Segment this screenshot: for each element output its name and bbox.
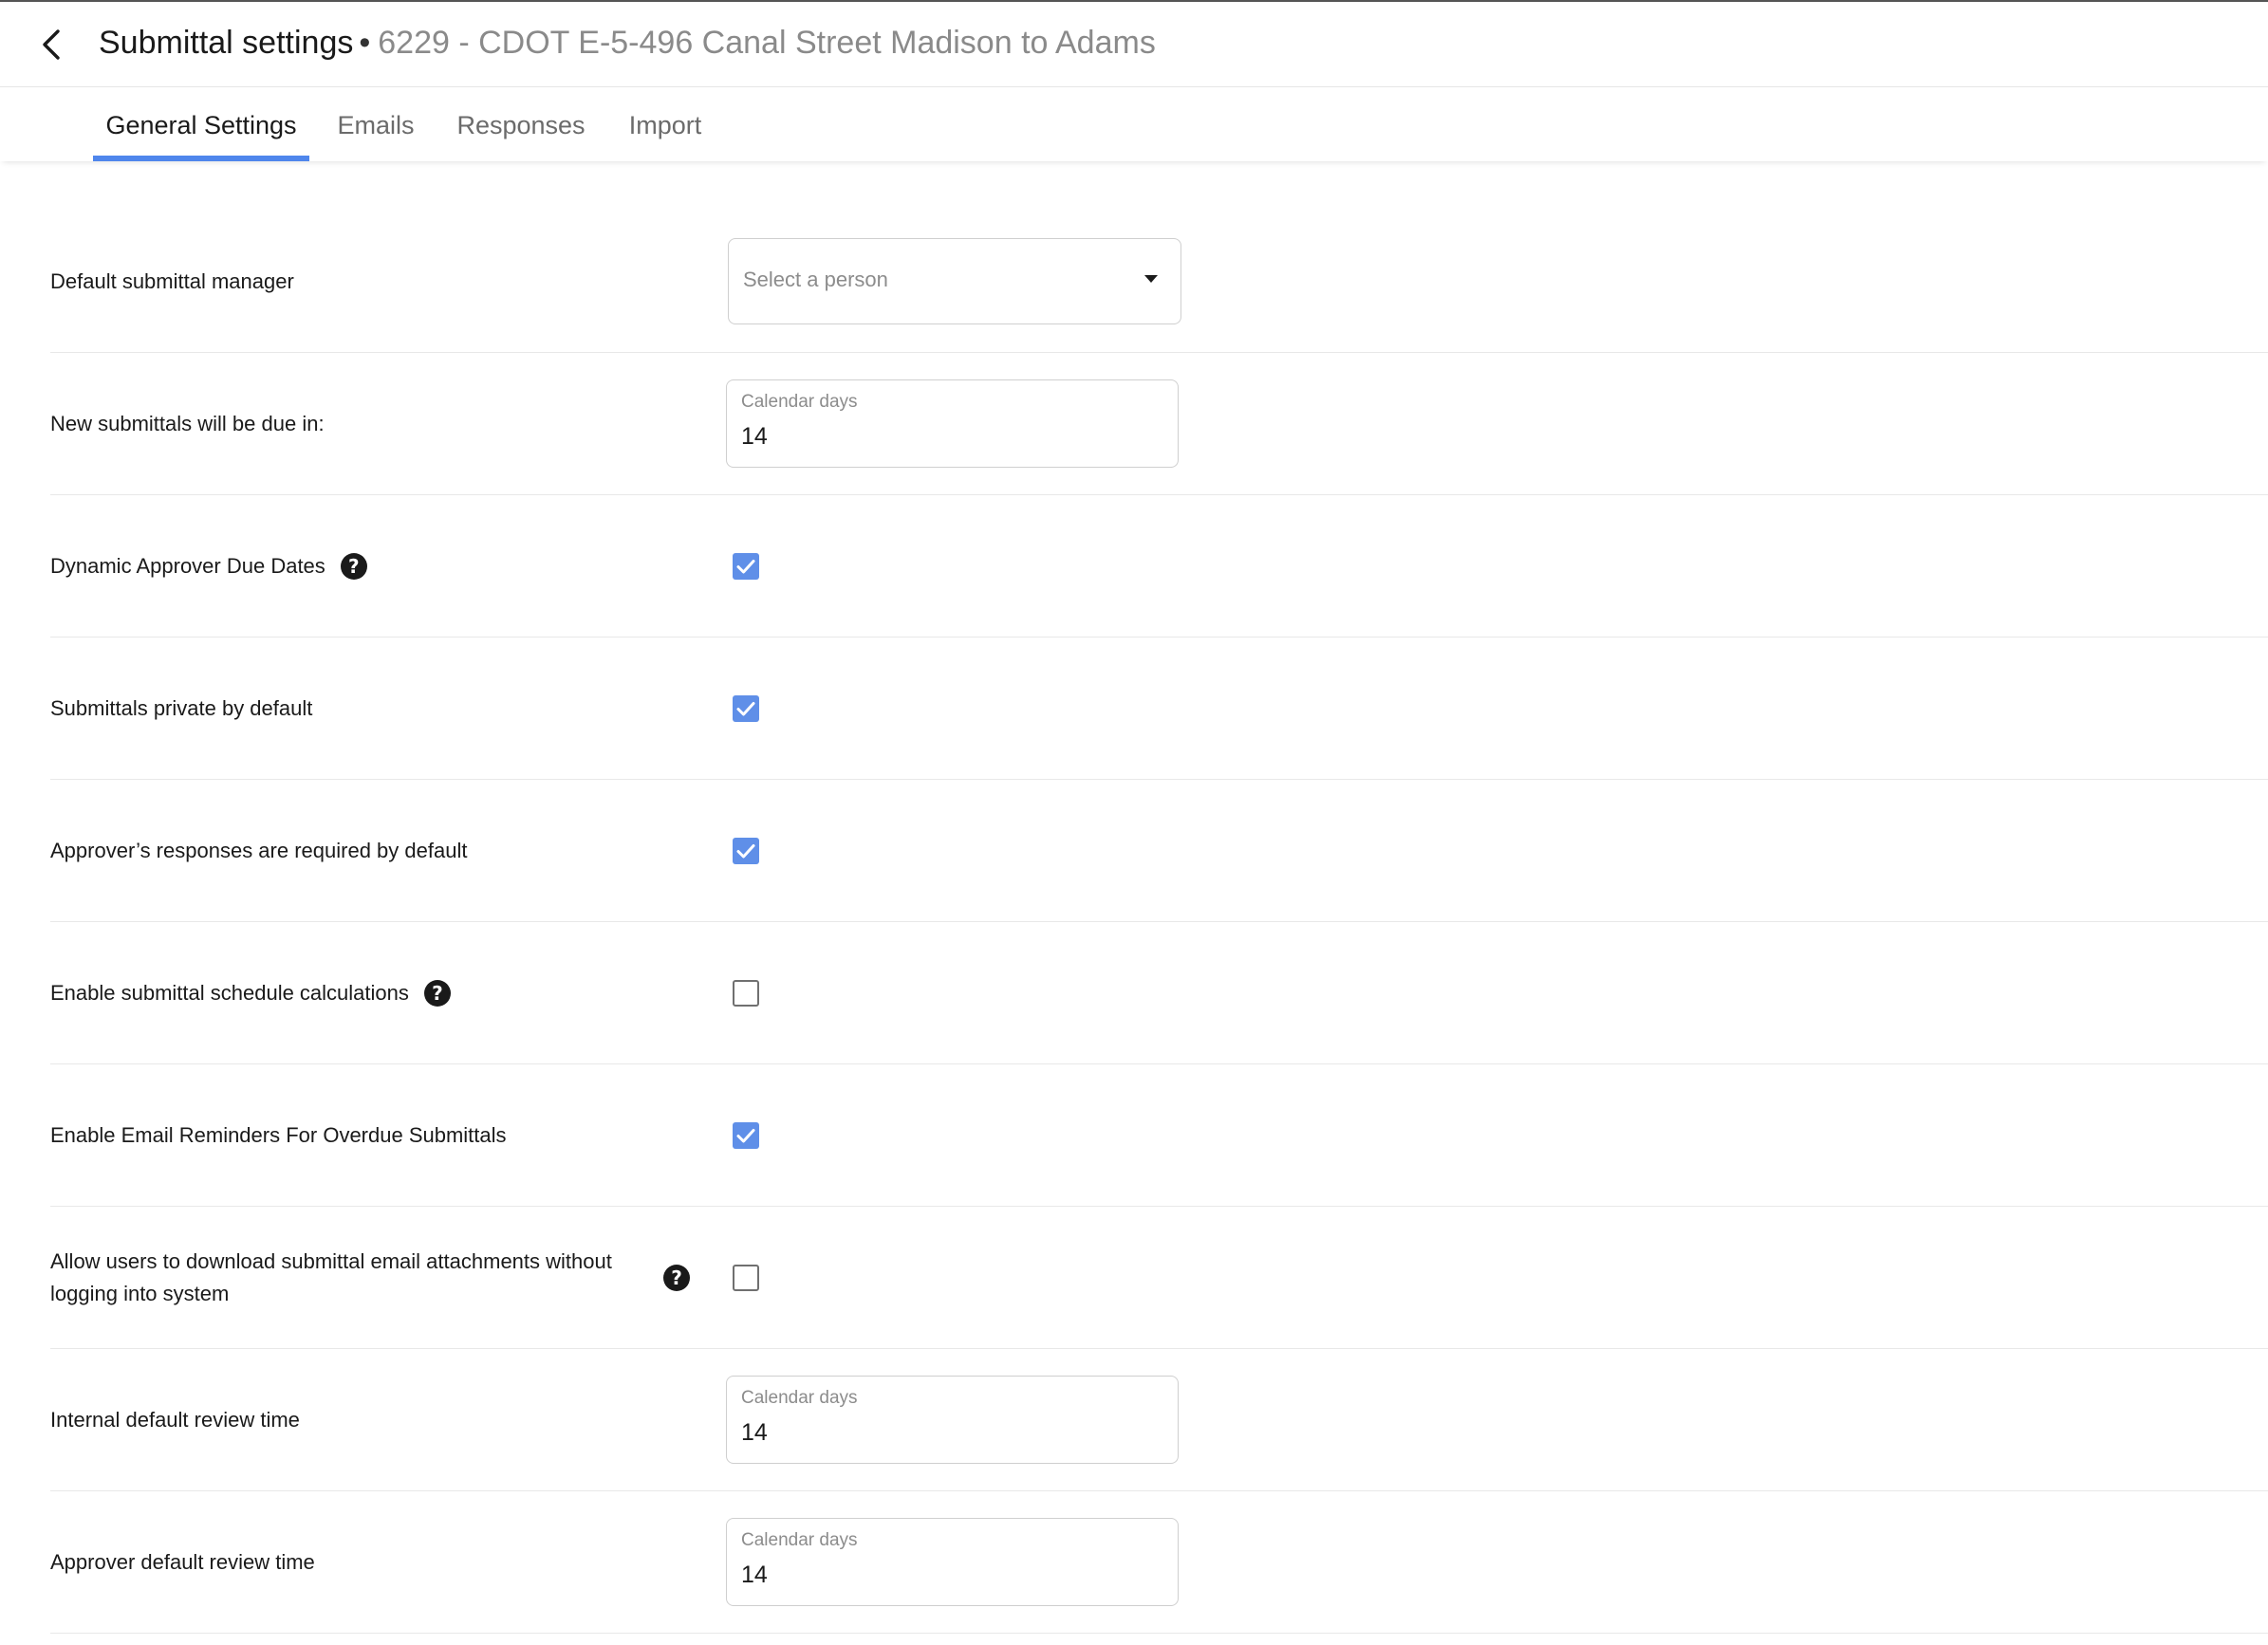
default-manager-select[interactable]: Select a person — [728, 238, 1181, 324]
setting-label: Allow users to download submittal email … — [50, 1248, 612, 1305]
help-icon[interactable]: ? — [340, 552, 367, 580]
approver-review-days-field[interactable]: Calendar days 14 — [726, 1518, 1179, 1606]
setting-row-internal-review: Internal default review time Calendar da… — [50, 1349, 2268, 1491]
tab-import[interactable]: Import — [623, 87, 708, 161]
field-value: 14 — [741, 1419, 768, 1446]
setting-row-due-in: New submittals will be due in: Calendar … — [50, 353, 2268, 495]
setting-label: Approver default review time — [50, 1549, 315, 1574]
setting-label: New submittals will be due in: — [50, 411, 325, 435]
schedule-calculations-checkbox[interactable] — [733, 980, 759, 1007]
field-value: 14 — [741, 1562, 768, 1588]
tab-emails[interactable]: Emails — [334, 87, 418, 161]
setting-row-default-manager: Default submittal manager Select a perso… — [50, 211, 2268, 353]
check-icon — [736, 702, 755, 716]
check-icon — [736, 560, 755, 574]
caret-down-icon — [1144, 275, 1158, 283]
responses-required-checkbox[interactable] — [733, 838, 759, 864]
setting-label: Approver’s responses are required by def… — [50, 838, 468, 862]
check-icon — [736, 844, 755, 859]
back-button[interactable] — [32, 23, 70, 66]
page-header: Submittal settings • 6229 - CDOT E-5-496 C… — [0, 2, 2268, 87]
field-label: Calendar days — [741, 392, 858, 412]
setting-row-email-reminders: Enable Email Reminders For Overdue Submi… — [50, 1064, 2268, 1207]
field-label: Calendar days — [741, 1388, 858, 1408]
field-value: 14 — [741, 423, 768, 450]
page-title: Submittal settings • 6229 - CDOT E-5-496 C… — [99, 25, 1156, 62]
email-reminders-checkbox[interactable] — [733, 1122, 759, 1149]
internal-review-days-field[interactable]: Calendar days 14 — [726, 1376, 1179, 1464]
setting-row-approver-review: Approver default review time Calendar da… — [50, 1491, 2268, 1634]
chevron-left-icon — [43, 29, 60, 60]
setting-row-private-default: Submittals private by default — [50, 638, 2268, 780]
setting-row-schedule-calculations: Enable submittal schedule calculations ? — [50, 922, 2268, 1064]
field-label: Calendar days — [741, 1530, 858, 1550]
active-tab-indicator — [93, 156, 309, 161]
due-in-days-field[interactable]: Calendar days 14 — [726, 379, 1179, 468]
setting-label: Dynamic Approver Due Dates — [50, 553, 325, 578]
tab-responses[interactable]: Responses — [452, 87, 590, 161]
project-name: 6229 - CDOT E-5-496 Canal Street Madison… — [378, 25, 1156, 61]
settings-tabs: General Settings Emails Responses Import — [0, 87, 2268, 161]
page-title-text: Submittal settings — [99, 25, 354, 61]
setting-row-responses-required: Approver’s responses are required by def… — [50, 780, 2268, 922]
download-attachments-checkbox[interactable] — [733, 1265, 759, 1291]
select-placeholder: Select a person — [743, 268, 888, 291]
check-icon — [736, 1129, 755, 1143]
setting-label: Submittals private by default — [50, 695, 313, 720]
title-separator: • — [359, 25, 371, 61]
dynamic-due-dates-checkbox[interactable] — [733, 553, 759, 580]
help-icon[interactable]: ? — [423, 979, 451, 1007]
setting-label: Enable Email Reminders For Overdue Submi… — [50, 1122, 507, 1147]
private-default-checkbox[interactable] — [733, 695, 759, 722]
setting-row-dynamic-due-dates: Dynamic Approver Due Dates ? — [50, 495, 2268, 638]
setting-label: Internal default review time — [50, 1407, 300, 1432]
tab-general-settings[interactable]: General Settings — [93, 87, 309, 161]
setting-label: Default submittal manager — [50, 268, 294, 293]
setting-row-download-attachments: Allow users to download submittal email … — [50, 1207, 2268, 1349]
help-icon[interactable]: ? — [663, 1264, 690, 1291]
setting-label: Enable submittal schedule calculations — [50, 980, 409, 1005]
